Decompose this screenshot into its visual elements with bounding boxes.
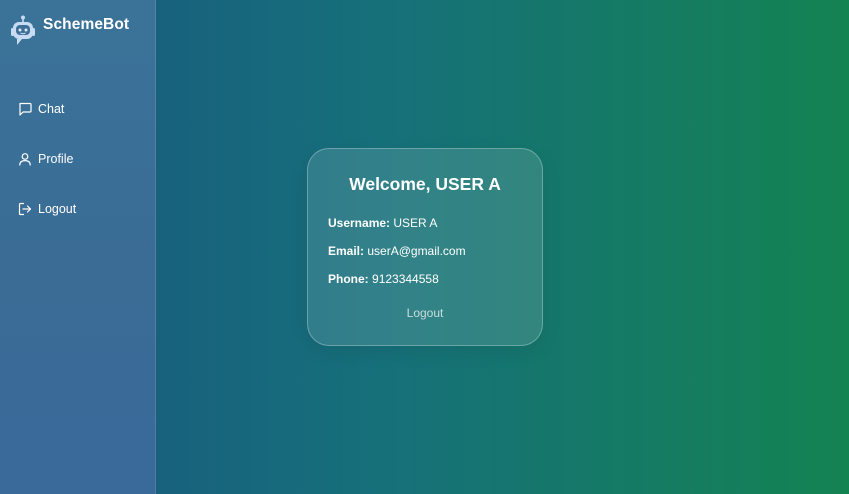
- email-label: Email:: [328, 244, 365, 258]
- logout-button[interactable]: Logout: [308, 306, 542, 320]
- logout-icon: [18, 202, 32, 216]
- brand[interactable]: SchemeBot: [10, 14, 129, 48]
- welcome-heading: Welcome, USER A: [349, 174, 501, 194]
- email-row: Email: userA@gmail.com: [328, 244, 466, 258]
- sidebar-item-profile[interactable]: Profile: [18, 148, 76, 170]
- app-title: SchemeBot: [43, 16, 130, 33]
- username-row: Username: USER A: [328, 216, 437, 230]
- sidebar: SchemeBot Chat Profile Logout: [0, 0, 156, 494]
- profile-card: Welcome, USER A Username: USER A Email: …: [307, 148, 543, 346]
- sidebar-item-label: Chat: [38, 102, 65, 116]
- phone-row: Phone: 9123344558: [328, 272, 439, 286]
- robot-icon: [11, 15, 35, 45]
- user-icon: [19, 153, 31, 166]
- sidebar-item-logout[interactable]: Logout: [18, 198, 76, 220]
- username-value: USER A: [393, 216, 438, 230]
- chat-icon: [19, 102, 32, 116]
- sidebar-nav: Chat Profile Logout: [18, 98, 76, 248]
- sidebar-item-label: Profile: [38, 152, 74, 166]
- phone-label: Phone:: [328, 272, 369, 286]
- sidebar-item-label: Logout: [38, 202, 77, 216]
- username-label: Username:: [328, 216, 391, 230]
- phone-value: 9123344558: [372, 272, 439, 286]
- email-value: userA@gmail.com: [367, 244, 466, 258]
- sidebar-item-chat[interactable]: Chat: [18, 98, 76, 120]
